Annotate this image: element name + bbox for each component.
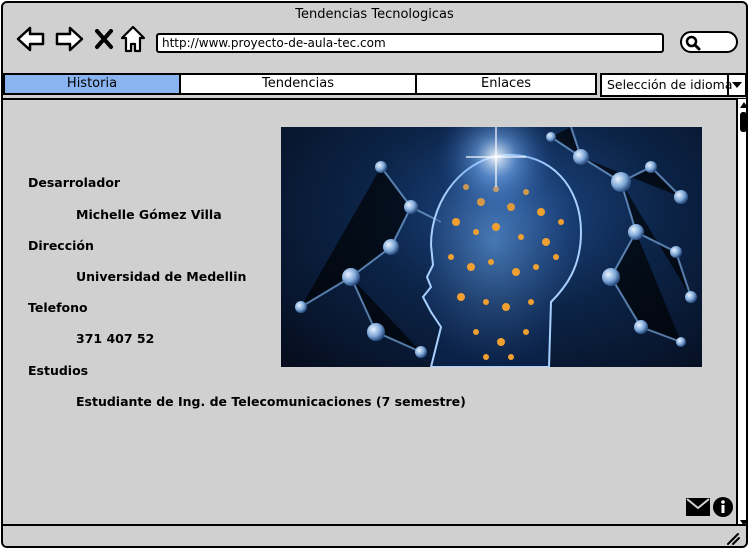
- search-icon[interactable]: [685, 35, 701, 51]
- info-label-studies: Estudios: [28, 363, 89, 378]
- info-label-developer: Desarrolador: [28, 175, 121, 190]
- info-value-studies: Estudiante de Ing. de Telecomunicaciones…: [76, 394, 466, 409]
- ai-head-image: [281, 127, 702, 367]
- chevron-down-icon[interactable]: [727, 75, 745, 95]
- arrow-left-icon[interactable]: [16, 25, 46, 53]
- info-label-address: Dirección: [28, 238, 94, 253]
- tab-historia[interactable]: Historia: [3, 73, 181, 95]
- language-select[interactable]: Selección de idioma: [600, 73, 746, 97]
- tab-enlaces[interactable]: Enlaces: [416, 73, 597, 95]
- close-icon[interactable]: [94, 28, 114, 50]
- info-label-phone: Telefono: [28, 300, 88, 315]
- info-value-address: Universidad de Medellin: [76, 269, 247, 284]
- info-value-phone: 371 407 52: [76, 331, 155, 346]
- arrow-right-icon[interactable]: [54, 25, 84, 53]
- mail-icon[interactable]: [686, 498, 710, 516]
- home-icon[interactable]: [120, 25, 146, 53]
- scroll-up-icon[interactable]: [740, 102, 746, 108]
- info-value-developer: Michelle Gómez Villa: [76, 207, 222, 222]
- info-icon[interactable]: [713, 497, 733, 517]
- search-input[interactable]: [680, 31, 738, 53]
- window-title: Tendencias Tecnologicas: [295, 7, 454, 22]
- resize-grip-icon[interactable]: [724, 531, 740, 545]
- scroll-thumb[interactable]: [740, 112, 746, 132]
- tab-tendencias[interactable]: Tendencias: [180, 73, 417, 95]
- language-select-value: Selección de idioma: [607, 77, 733, 92]
- status-bar: [3, 524, 746, 546]
- tab-bar: Historia Tendencias Enlaces Selección de…: [3, 73, 746, 97]
- vertical-scrollbar[interactable]: [736, 99, 746, 529]
- browser-window: Tendencias Tecnologicas http://www.proye…: [1, 1, 748, 548]
- content-divider: [3, 98, 746, 100]
- url-input[interactable]: http://www.proyecto-de-aula-tec.com: [156, 33, 664, 53]
